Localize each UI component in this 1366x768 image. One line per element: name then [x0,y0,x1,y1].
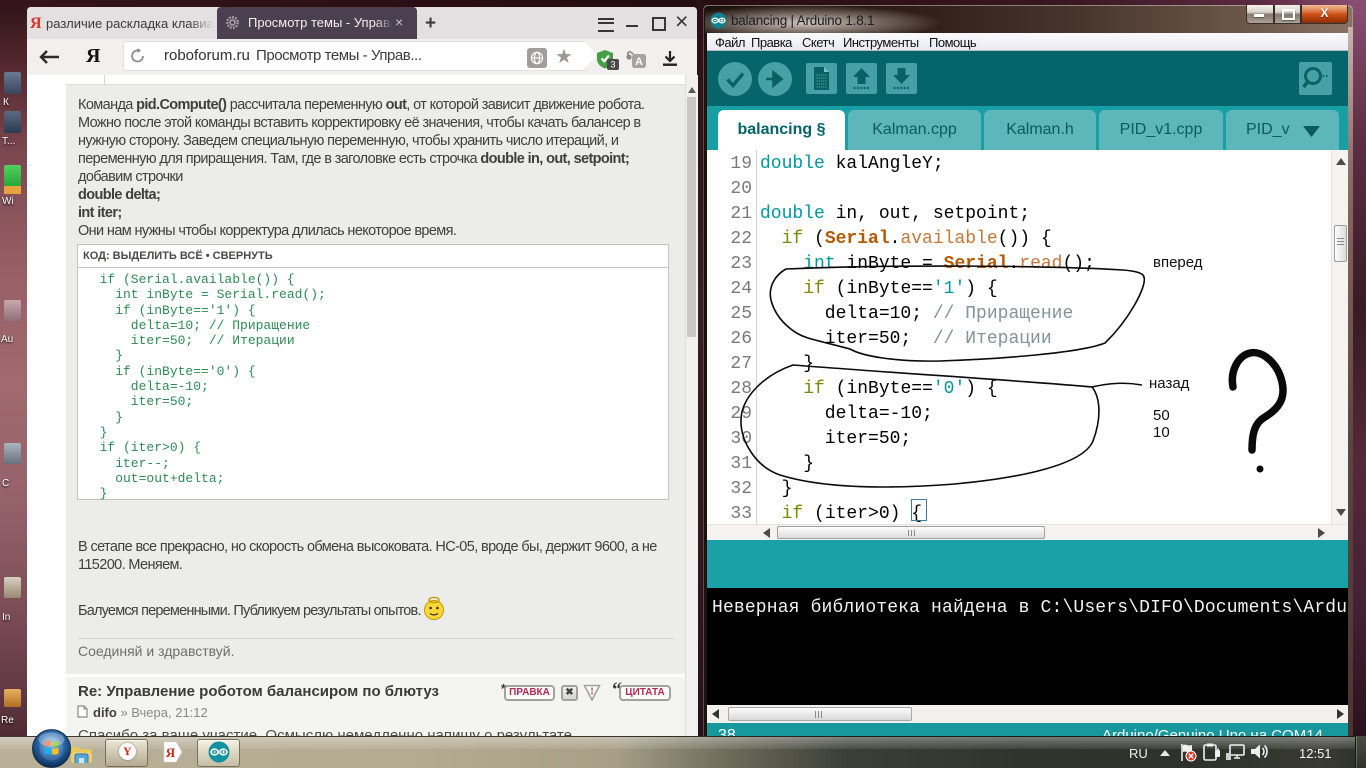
svg-text:!: ! [590,687,593,698]
svg-text:Я: Я [166,745,176,760]
svg-text:A: A [635,56,643,68]
svg-text:3: 3 [610,60,615,70]
